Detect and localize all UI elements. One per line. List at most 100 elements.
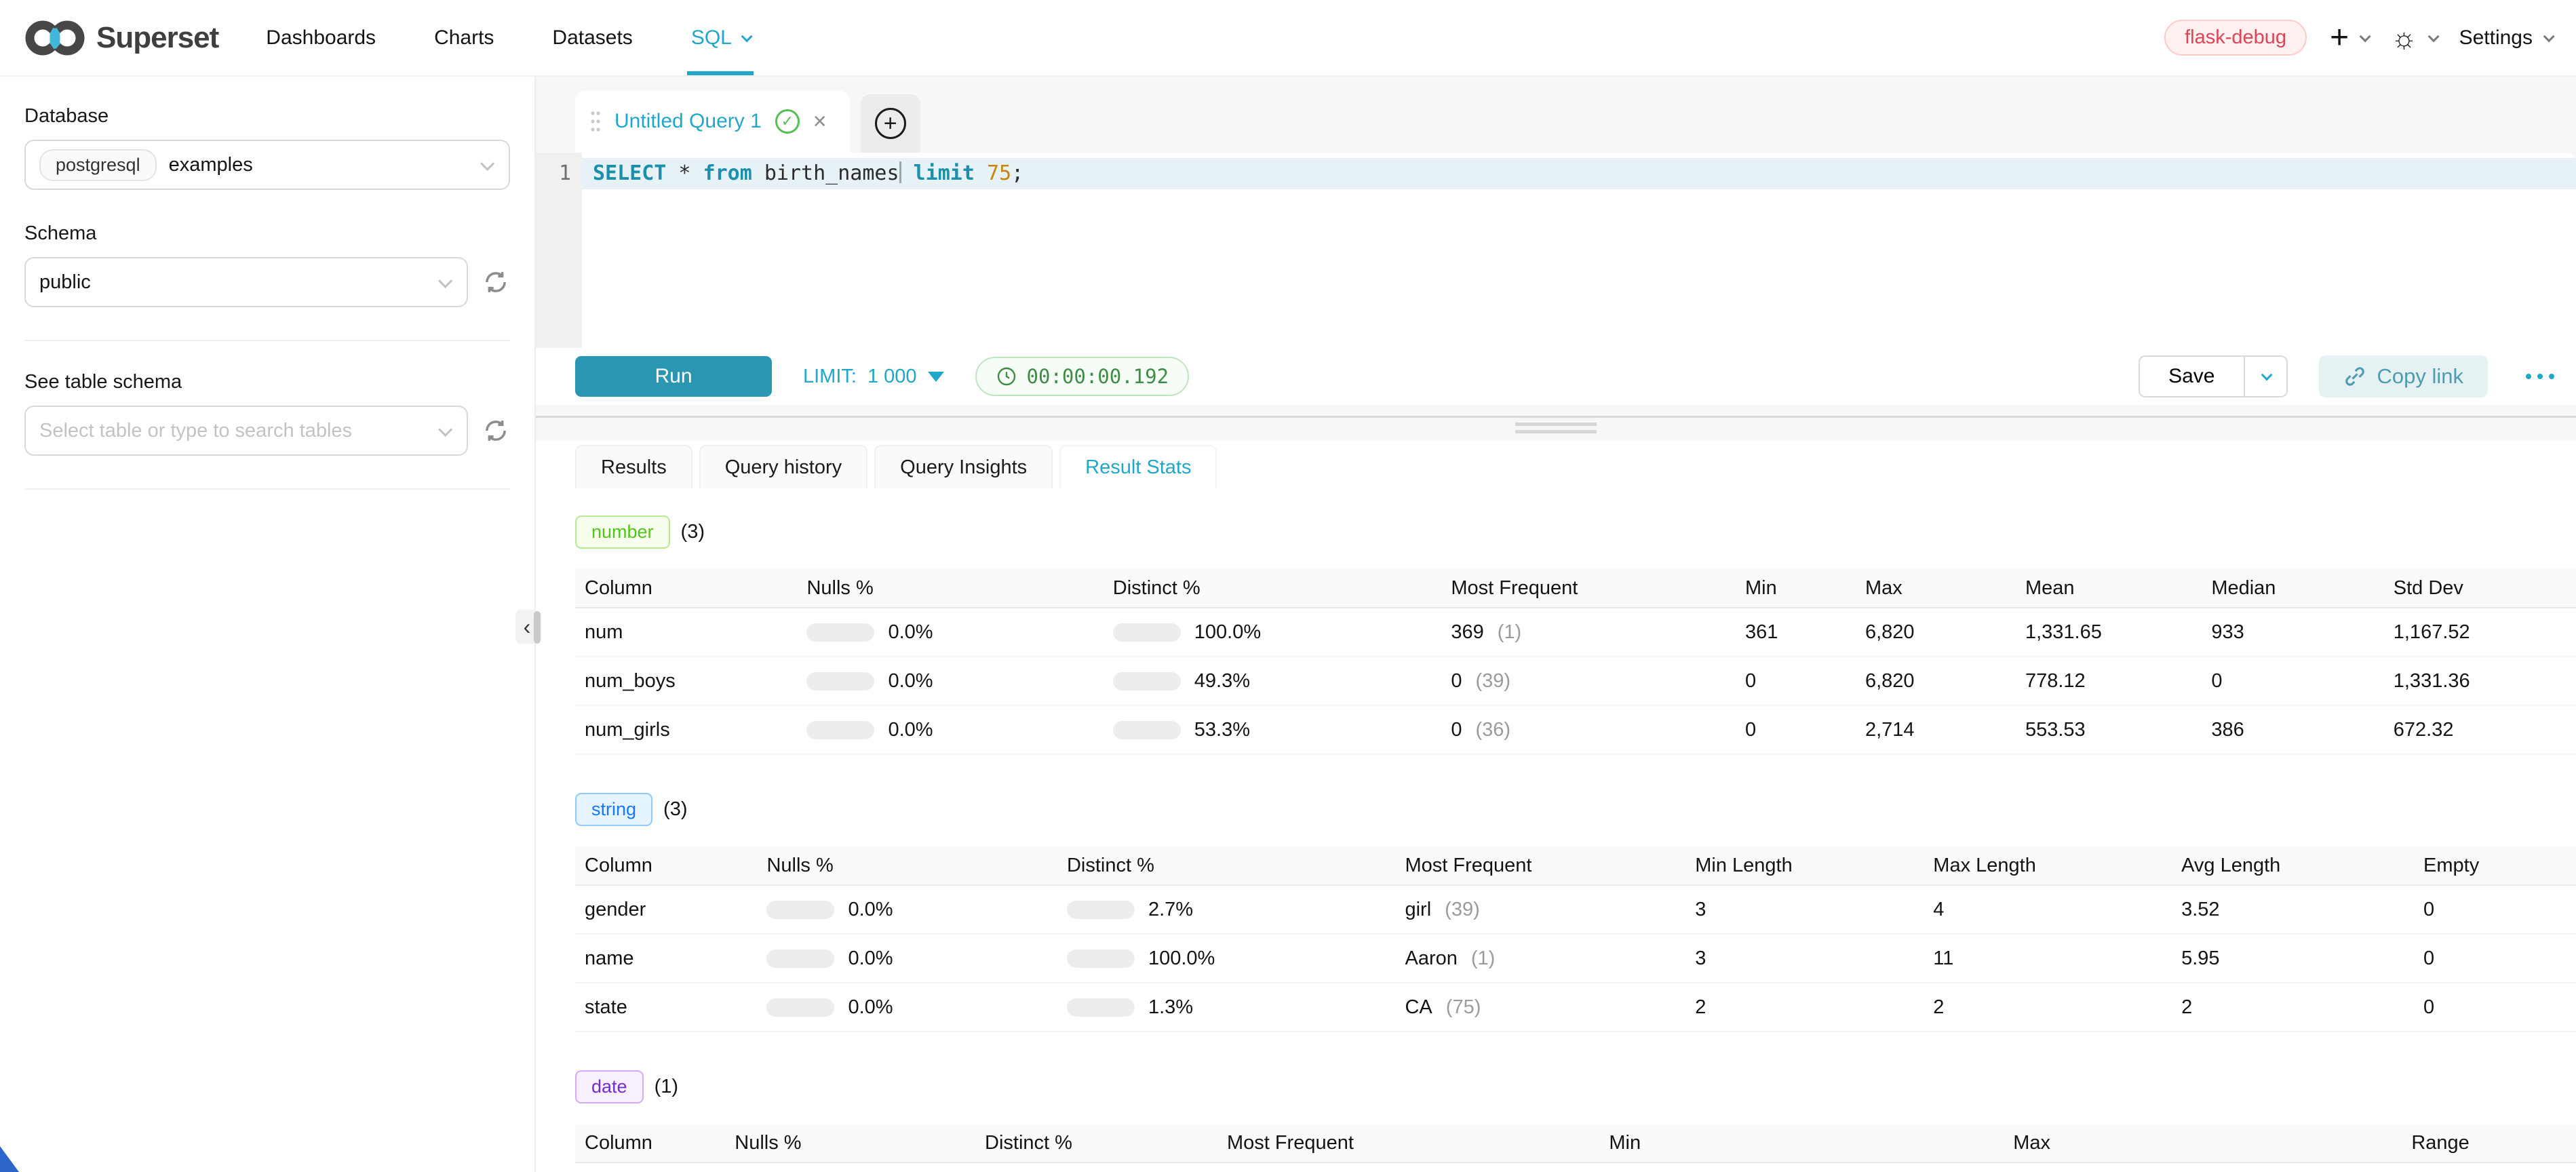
plus-circle-icon: + xyxy=(875,108,906,139)
type-badge-date: date xyxy=(575,1070,644,1103)
column-header: Mean xyxy=(2016,577,2202,600)
sql-code-line[interactable]: SELECT * from birth_names limit 75; xyxy=(582,158,2576,189)
sql-token: * xyxy=(666,161,703,185)
close-tab-icon[interactable]: × xyxy=(813,110,827,133)
table-row: num_boys0.0%49.3%0(39)06,820778.1201,331… xyxy=(575,657,2576,706)
refresh-icon xyxy=(482,416,510,445)
chevron-down-icon xyxy=(2360,31,2371,42)
refresh-schemas-button[interactable] xyxy=(482,268,510,296)
distinct-bar-cell: 49.3% xyxy=(1104,670,1442,692)
most-frequent-value: 0 xyxy=(1451,719,1462,741)
settings-menu[interactable]: Settings xyxy=(2459,26,2552,50)
stats-table-number: ColumnNulls %Distinct %Most FrequentMinM… xyxy=(575,569,2576,755)
type-count: (1) xyxy=(655,1076,678,1098)
copy-link-button[interactable]: Copy link xyxy=(2319,355,2489,397)
sql-token xyxy=(901,161,914,185)
distinct-bar xyxy=(1067,950,1135,968)
chevron-down-icon xyxy=(2427,31,2439,42)
type-badge-row: number(3) xyxy=(575,515,2576,549)
schema-select[interactable]: public xyxy=(24,257,468,307)
distinct-bar-cell: 100.0% xyxy=(1057,948,1396,970)
distinct-bar xyxy=(1113,623,1181,642)
query-success-icon: ✓ xyxy=(775,109,800,134)
query-tab[interactable]: Untitled Query 1 ✓ × xyxy=(575,90,850,153)
splitter-drag-handle[interactable] xyxy=(1515,423,1597,437)
distinct-bar xyxy=(1067,901,1135,919)
tab-query-history[interactable]: Query history xyxy=(699,445,867,488)
sql-token: from xyxy=(703,161,752,185)
save-options-button[interactable] xyxy=(2244,355,2288,397)
column-header: Distinct % xyxy=(1057,855,1396,877)
table-row: ds0.0%1.3%1965-01-01T00:00:00(75)1965-01… xyxy=(575,1163,2576,1172)
chevron-down-icon xyxy=(480,156,494,170)
distinct-bar-cell: 2.7% xyxy=(1057,899,1396,921)
run-button[interactable]: Run xyxy=(575,356,772,397)
column-header: Median xyxy=(2202,577,2383,600)
table-row: num_girls0.0%53.3%0(36)02,714553.5338667… xyxy=(575,706,2576,755)
sql-token xyxy=(975,161,987,185)
refresh-tables-button[interactable] xyxy=(482,416,510,445)
most-frequent-cell: 369(1) xyxy=(1441,621,1736,644)
nulls-bar-cell: 0.0% xyxy=(757,948,1057,970)
distinct-bar xyxy=(1067,998,1135,1017)
nulls-bar xyxy=(766,950,834,968)
database-engine-tag: postgresql xyxy=(39,149,157,181)
code-editor-area[interactable]: 1 SELECT * from birth_names limit 75; xyxy=(536,153,2576,348)
most-frequent-cell: Aaron(1) xyxy=(1395,948,1685,970)
add-query-tab-button[interactable]: + xyxy=(861,94,920,153)
save-button[interactable]: Save xyxy=(2139,355,2244,397)
column-header: Max xyxy=(2004,1132,2402,1154)
distinct-bar xyxy=(1113,672,1181,690)
stat-cell: 11 xyxy=(1924,948,2172,970)
main-nav: Dashboards Charts Datasets SQL xyxy=(266,0,749,75)
database-select[interactable]: postgresql examples xyxy=(24,140,510,190)
stat-cell: 4 xyxy=(1924,899,2172,921)
stat-cell: 1,331.36 xyxy=(2384,670,2576,692)
chevron-down-icon xyxy=(2261,369,2273,380)
tab-results[interactable]: Results xyxy=(575,445,692,488)
nulls-bar xyxy=(766,998,834,1017)
nav-item-dashboards[interactable]: Dashboards xyxy=(266,0,376,75)
theme-toggle[interactable]: ☼ xyxy=(2391,24,2436,52)
most-frequent-count: (1) xyxy=(1498,621,1521,644)
column-header: Most Frequent xyxy=(1441,577,1736,600)
column-header: Max xyxy=(1856,577,2016,600)
nulls-bar-cell: 0.0% xyxy=(797,719,1103,741)
superset-brand[interactable]: Superset xyxy=(24,0,218,75)
stat-cell: 3 xyxy=(1685,899,1924,921)
column-header: Column xyxy=(575,855,757,877)
query-timer: 00:00:00.192 xyxy=(975,357,1190,396)
nav-item-charts[interactable]: Charts xyxy=(434,0,494,75)
type-badge-string: string xyxy=(575,793,652,826)
bar-label: 53.3% xyxy=(1194,719,1250,741)
table-select[interactable]: Select table or type to search tables xyxy=(24,406,468,456)
nav-item-datasets[interactable]: Datasets xyxy=(552,0,632,75)
bar-label: 0.0% xyxy=(848,948,893,970)
limit-dropdown[interactable]: LIMIT: 1 000 xyxy=(803,366,944,388)
bar-label: 0.0% xyxy=(848,996,893,1019)
tab-result-stats[interactable]: Result Stats xyxy=(1059,445,1217,488)
chevron-down-icon xyxy=(438,422,452,436)
stat-cell: 672.32 xyxy=(2384,719,2576,741)
more-actions-button[interactable] xyxy=(2519,367,2561,386)
column-name-cell: num xyxy=(575,621,797,644)
nav-item-sql[interactable]: SQL xyxy=(691,0,749,75)
most-frequent-cell: 0(39) xyxy=(1441,670,1736,692)
most-frequent-value: Aaron xyxy=(1405,948,1457,970)
column-name-cell: num_girls xyxy=(575,719,797,741)
sql-token: 75 xyxy=(987,161,1011,185)
tab-query-insights[interactable]: Query Insights xyxy=(874,445,1053,488)
stat-cell: 2,714 xyxy=(1856,719,2016,741)
new-item-menu[interactable]: + xyxy=(2330,22,2368,54)
stats-table-string: ColumnNulls %Distinct %Most FrequentMin … xyxy=(575,846,2576,1032)
sql-editor: 1 SELECT * from birth_names limit 75; Ru… xyxy=(536,153,2576,405)
environment-badge: flask-debug xyxy=(2164,20,2307,56)
column-header: Nulls % xyxy=(757,855,1057,877)
line-number: 1 xyxy=(559,161,571,185)
stat-cell: 1,331.65 xyxy=(2016,621,2202,644)
stat-cell: 6,820 xyxy=(1856,670,2016,692)
drag-handle-icon[interactable] xyxy=(590,108,601,135)
bar-label: 0.0% xyxy=(888,670,933,692)
stats-table-date: ColumnNulls %Distinct %Most FrequentMinM… xyxy=(575,1124,2576,1172)
panel-edge-scrollbar[interactable] xyxy=(534,611,541,644)
